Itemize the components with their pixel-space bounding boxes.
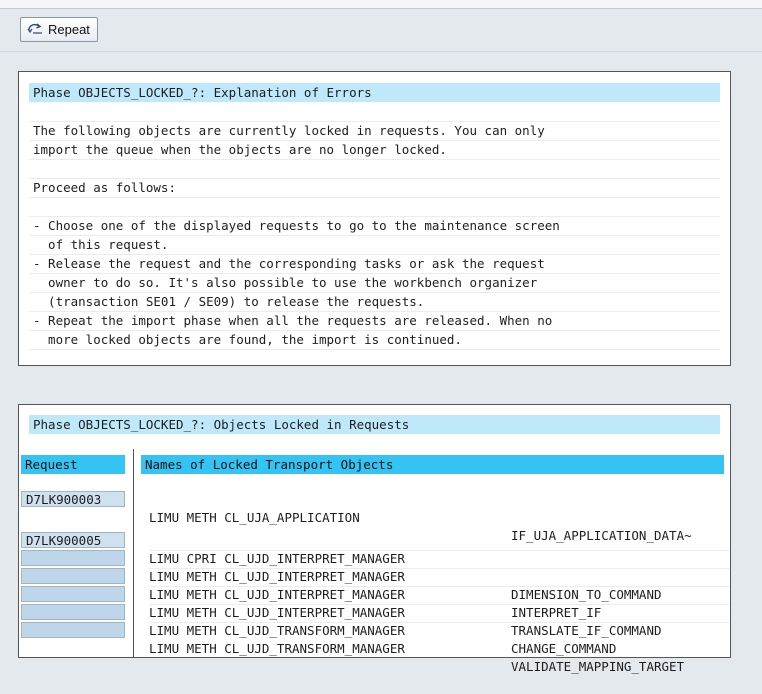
explanation-line: Proceed as follows: [29,178,720,198]
request-cell [21,604,125,620]
repeat-button-label: Repeat [48,22,90,37]
explanation-line [29,197,720,217]
explanation-line: import the queue when the objects are no… [29,140,720,160]
repeat-icon [26,21,44,38]
column-header-request: Request [21,455,125,474]
object-name: LIMU METH CL_UJA_APPLICATION [149,510,360,525]
window-top-strip [0,0,762,9]
explanation-line: (transaction SE01 / SE09) to release the… [29,292,720,312]
explanation-line [29,102,720,122]
column-divider [133,449,134,657]
explanation-line: owner to do so. It's also possible to us… [29,273,720,293]
locked-objects-title: Phase OBJECTS_LOCKED_?: Objects Locked i… [29,415,720,434]
request-cell [21,568,125,584]
request-cell [21,586,125,602]
object-name: LIMU METH CL_UJD_TRANSFORM_MANAGER [149,641,405,656]
explanation-line [29,159,720,179]
request-cell [21,550,125,566]
explanation-line: more locked objects are found, the impor… [29,330,720,350]
locked-objects-panel: Phase OBJECTS_LOCKED_?: Objects Locked i… [18,404,731,674]
locked-object-row: LIMU METH CL_UJD_INTERPRET_MANAGER TRANS… [149,586,729,638]
locked-object-row: LIMU CPRI CL_UJD_INTERPRET_MANAGER [149,532,729,566]
locked-object-row: LIMU METH CL_UJD_TRANSFORM_MANAGER VALID… [149,622,729,674]
locked-object-row: LIMU METH CL_UJD_TRANSFORM_MANAGER CHANG… [149,604,729,656]
request-link[interactable]: D7LK900005 [21,532,125,548]
locked-object-row: LIMU METH CL_UJD_INTERPRET_MANAGER INTER… [149,568,729,620]
explanation-panel: Phase OBJECTS_LOCKED_?: Explanation of E… [18,71,731,366]
explanation-line: - Repeat the import phase when all the r… [29,311,720,331]
repeat-button[interactable]: Repeat [20,17,98,42]
locked-object-row: LIMU METH CL_UJA_APPLICATION IF_UJA_APPL… [149,491,729,543]
explanation-line: The following objects are currently lock… [29,121,720,141]
explanation-line: of this request. [29,235,720,255]
application-toolbar: Repeat [0,9,762,52]
request-cell [21,622,125,638]
object-subname: VALIDATE_MAPPING_TARGET [511,659,685,674]
explanation-title: Phase OBJECTS_LOCKED_?: Explanation of E… [29,83,720,102]
locked-object-row: LIMU METH CL_UJD_INTERPRET_MANAGER DIMEN… [149,550,729,602]
explanation-line: - Choose one of the displayed requests t… [29,216,720,236]
explanation-line: - Release the request and the correspond… [29,254,720,274]
object-subname: CHANGE_COMMAND [511,641,617,656]
column-header-object-names: Names of Locked Transport Objects [141,455,724,474]
request-link[interactable]: D7LK900003 [21,491,125,507]
